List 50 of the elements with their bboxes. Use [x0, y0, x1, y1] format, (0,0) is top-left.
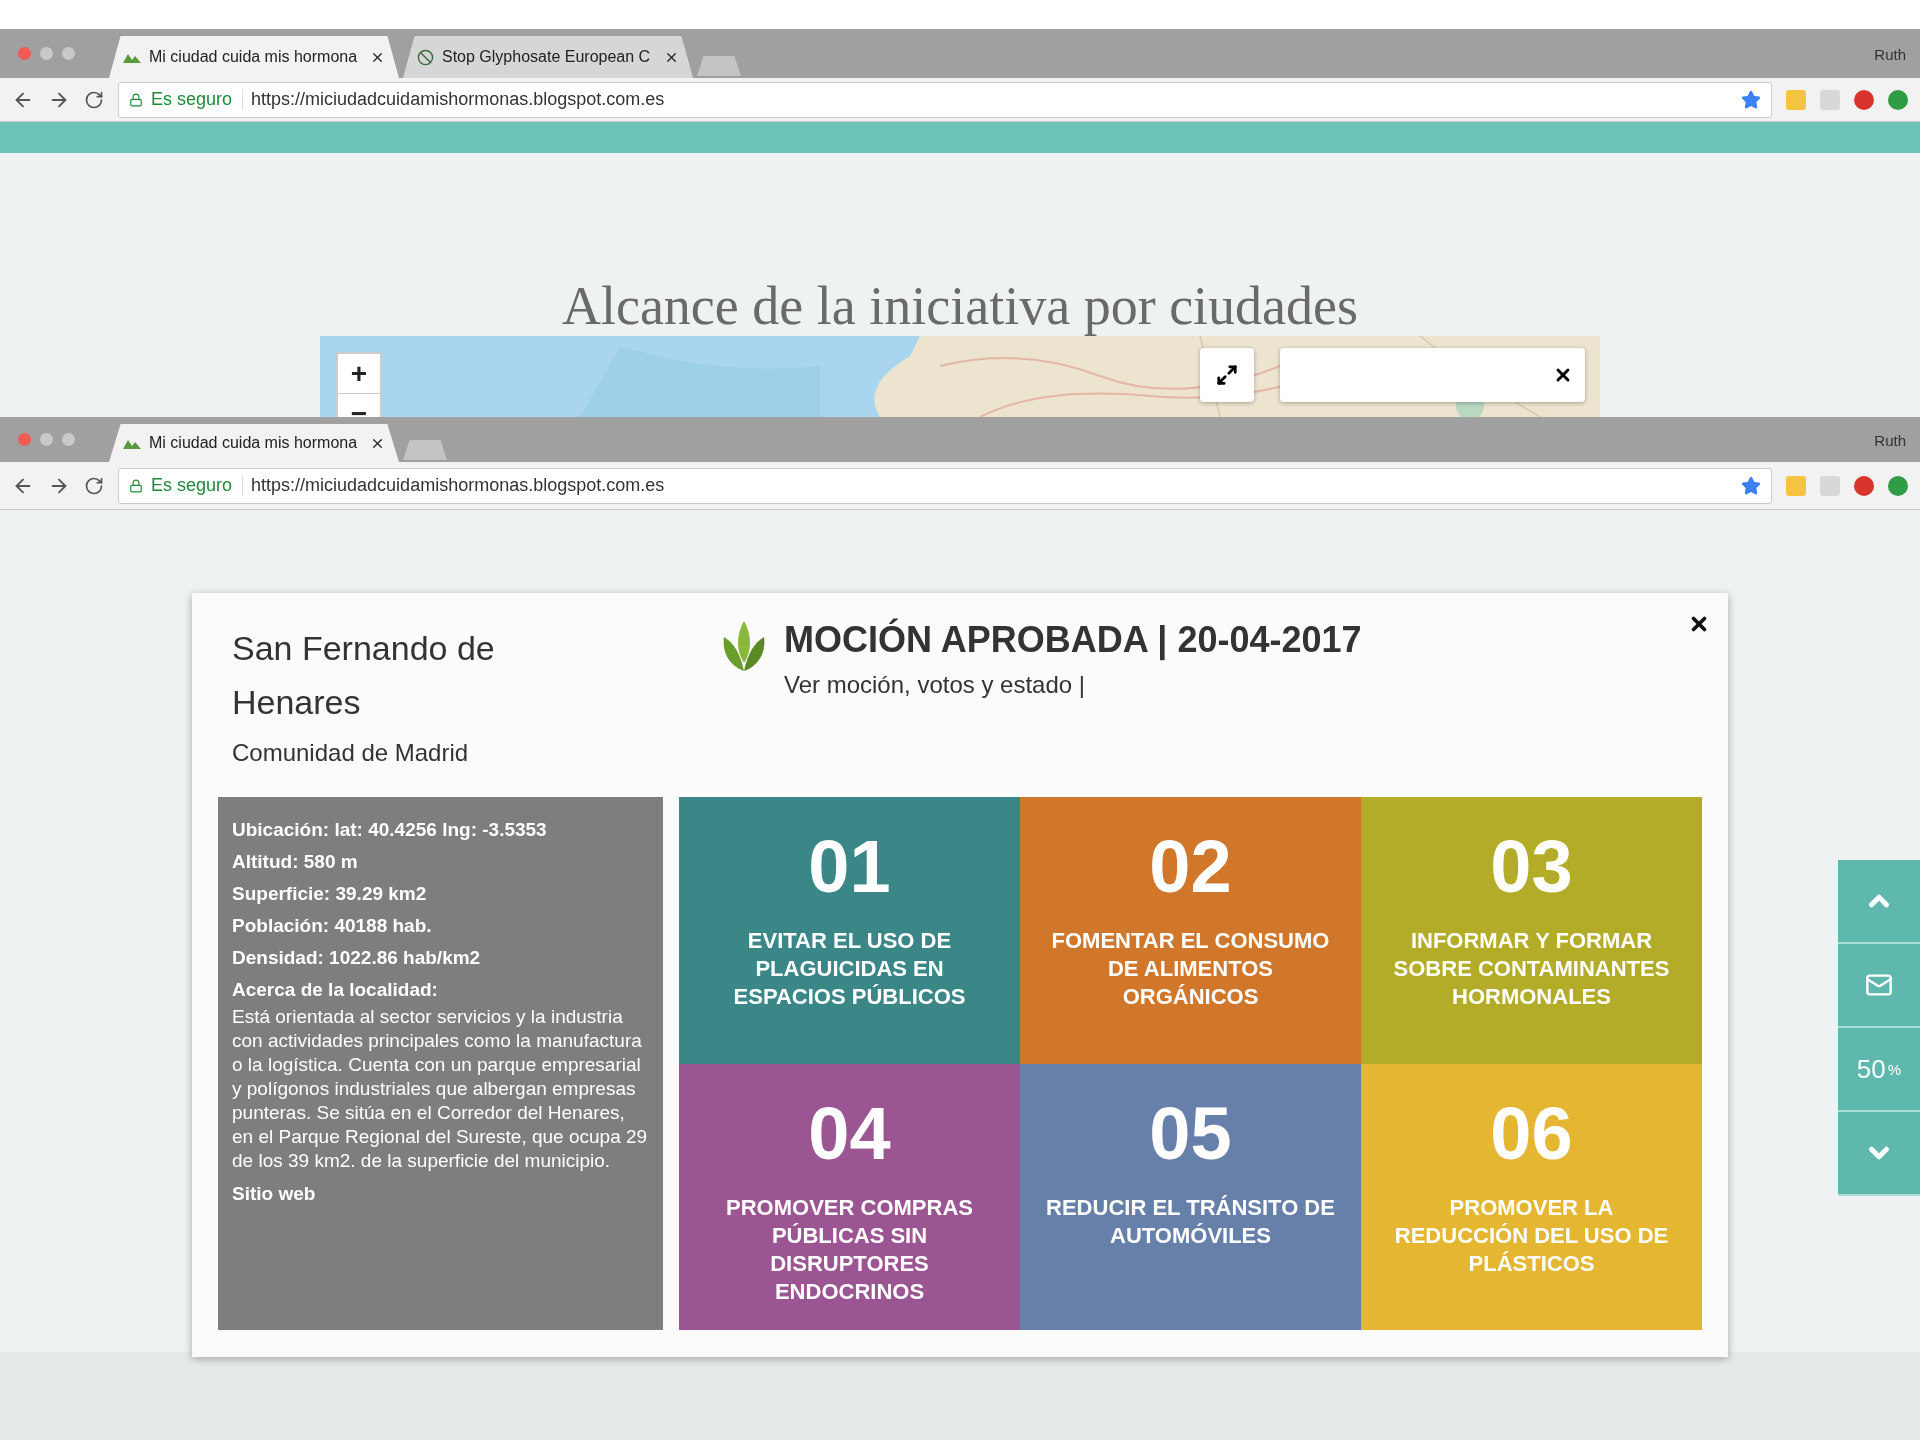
url-text: https://miciudadcuidamishormonas.blogspot.com.es	[251, 475, 666, 496]
fact-text: Ubicación: lat: 40.4256 lng: -3.5353	[232, 819, 548, 841]
fact-text: Densidad: 1022.86 hab/km2	[232, 947, 482, 969]
profile-name[interactable]: Ruth	[1874, 431, 1906, 448]
fullscreen-icon	[1216, 364, 1238, 386]
commitment-tile[interactable]: 04 PROMOVER COMPRAS PÚBLICAS SIN DISRUPTORES ENDOCRINOS	[679, 1063, 1020, 1330]
security-label: Es seguro	[151, 89, 244, 110]
bookmark-star-icon[interactable]	[1741, 475, 1761, 496]
motion-link[interactable]: Ver moción, votos y estado |	[784, 671, 1362, 699]
commitment-tile[interactable]: 01 EVITAR EL USO DE PLAGUICIDAS EN ESPACIOS PÚBLICOS	[679, 797, 1020, 1064]
commitment-tile[interactable]: 05 REDUCIR EL TRÁNSITO DE AUTOMÓVILES	[1020, 1063, 1361, 1330]
reload-icon[interactable]	[84, 89, 104, 110]
commitment-tile[interactable]: 02 FOMENTAR EL CONSUMO DE ALIMENTOS ORGÁNICOS	[1020, 797, 1361, 1064]
browser-tab[interactable]: Mi ciudad cuida mis hormona	[109, 424, 399, 462]
lock-icon	[129, 92, 143, 107]
about-label: Acerca de la localidad:	[232, 979, 439, 1001]
scroll-down-button[interactable]	[1838, 1112, 1920, 1196]
fullscreen-button[interactable]	[1200, 348, 1254, 402]
map-search-field[interactable]	[1280, 348, 1585, 402]
extension-icon[interactable]	[1888, 475, 1908, 496]
scroll-up-button[interactable]	[1838, 860, 1920, 944]
city-name: San Fernando de Henares	[232, 628, 496, 723]
minimize-window-icon[interactable]	[40, 47, 53, 60]
maximize-window-icon[interactable]	[62, 433, 75, 446]
browser-tab[interactable]: Stop Glyphosate European C	[403, 36, 693, 78]
fact-text: Altitud: 580 m	[232, 851, 359, 873]
address-bar[interactable]: Es seguro https://miciudadcuidamishormonas.blogspot.com.es	[118, 81, 1772, 118]
maximize-window-icon[interactable]	[62, 47, 75, 60]
motion-status: MOCIÓN APROBADA | 20-04-2017	[784, 619, 1362, 661]
minimize-window-icon[interactable]	[40, 433, 53, 446]
fact-text: Población: 40188 hab.	[232, 915, 433, 937]
address-bar[interactable]: Es seguro https://miciudadcuidamishormonas.blogspot.com.es	[118, 467, 1772, 504]
page-heading: Alcance de la iniciativa por ciudades	[561, 277, 1359, 336]
fact-text: Superficie: 39.29 km2	[232, 883, 428, 905]
profile-name[interactable]: Ruth	[1874, 45, 1906, 62]
region-name: Comunidad de Madrid	[232, 739, 470, 767]
lock-icon	[129, 478, 143, 493]
stop-sign-icon[interactable]	[1854, 89, 1874, 110]
email-button[interactable]	[1838, 944, 1920, 1028]
website-link[interactable]: Sitio web	[232, 1183, 649, 1205]
security-label: Es seguro	[151, 475, 244, 496]
ban-icon	[417, 48, 434, 66]
zoom-in-button[interactable]: +	[338, 354, 380, 394]
bookmark-star-icon[interactable]	[1741, 89, 1761, 110]
stop-sign-icon[interactable]	[1854, 475, 1874, 496]
url-text: https://miciudadcuidamishormonas.blogspot.com.es	[251, 89, 666, 110]
about-text: Está orientada al sector servicios y la industria con actividades principales como la manufactura o la logística. Cuenta con un parque empresarial y polígonos industriales que albergan empresas punteras. Se sitúa en el Corredor del Henares, en el Parque Regional del Sureste, que ocupa 29 de los 39 km2. de la superficie del municipio.	[232, 1005, 649, 1173]
reload-icon[interactable]	[84, 475, 104, 496]
browser-tab[interactable]: Mi ciudad cuida mis hormona	[109, 36, 399, 78]
extension-icon[interactable]	[1888, 89, 1908, 110]
